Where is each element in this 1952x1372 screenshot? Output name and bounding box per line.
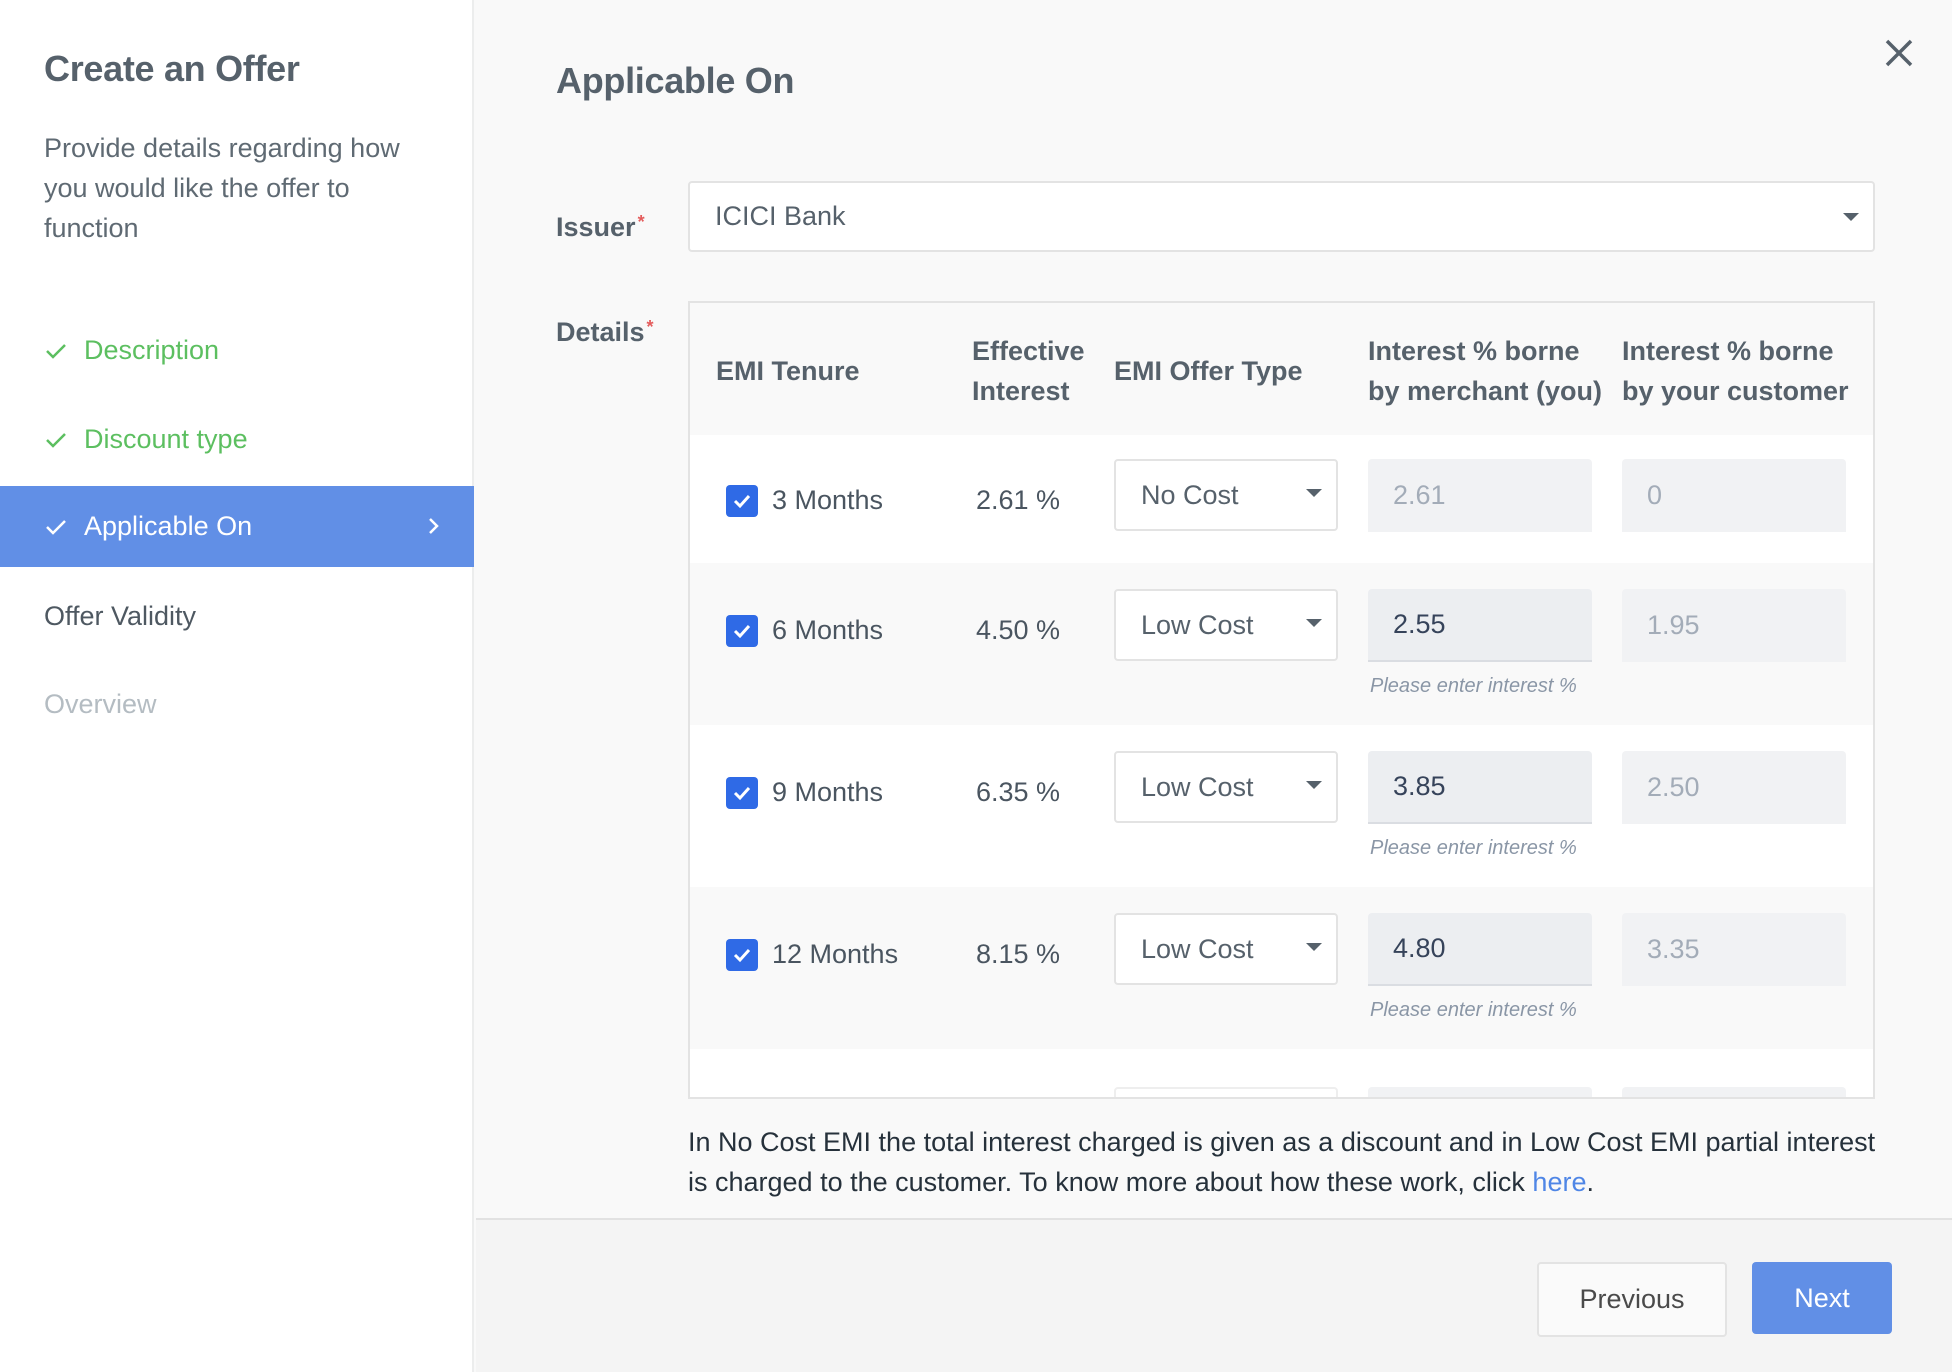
offer-type-select[interactable]: Low Cost — [1114, 589, 1338, 661]
issuer-label-text: Issuer — [556, 212, 636, 242]
close-icon[interactable] — [1882, 36, 1916, 70]
tenure-checkbox[interactable] — [726, 939, 758, 971]
step-label: Discount type — [84, 424, 248, 454]
page-title: Applicable On — [556, 60, 795, 101]
offer-type-select[interactable]: Low Cost — [1114, 751, 1338, 823]
check-icon — [44, 339, 68, 363]
customer-interest-input: 2.50 — [1622, 751, 1846, 824]
merchant-interest-input[interactable]: 4.80 — [1368, 913, 1592, 986]
previous-button[interactable]: Previous — [1537, 1262, 1727, 1337]
merchant-interest-input: 2.61 — [1368, 459, 1592, 532]
table-row — [690, 1049, 1873, 1097]
issuer-select[interactable]: ICICI Bank — [688, 181, 1875, 252]
step-label: Overview — [44, 689, 157, 719]
customer-interest-input: 0 — [1622, 459, 1846, 532]
effective-interest: 4.50 % — [976, 615, 1061, 645]
tenure-checkbox[interactable] — [726, 615, 758, 647]
effective-interest: 6.35 % — [976, 777, 1061, 807]
info-text-suffix: . — [1586, 1167, 1594, 1197]
effective-interest: 8.15 % — [976, 939, 1061, 969]
table-row: 9 Months 6.35 % Low Cost 3.85 2.50 Pleas… — [690, 725, 1873, 887]
col-merchant-interest: Interest % borne by merchant (you) — [1368, 336, 1603, 406]
offer-type-select[interactable]: No Cost — [1114, 459, 1338, 531]
customer-interest-input — [1622, 1087, 1846, 1097]
step-label: Applicable On — [84, 511, 253, 541]
info-text-body: In No Cost EMI the total interest charge… — [688, 1127, 1876, 1197]
offer-type-value: Low Cost — [1141, 771, 1254, 802]
issuer-label: Issuer * — [556, 212, 645, 243]
merchant-interest-input[interactable]: 3.85 — [1368, 751, 1592, 824]
check-icon — [44, 515, 68, 539]
merchant-interest-hint: Please enter interest % — [1370, 675, 1577, 697]
caret-down-icon — [1306, 943, 1322, 951]
col-effective-interest: Effective Interest — [972, 336, 1085, 406]
effective-interest: 2.61 % — [976, 485, 1061, 515]
customer-interest-input: 3.35 — [1622, 913, 1846, 986]
check-icon — [44, 428, 68, 452]
step-overview: Overview — [0, 664, 474, 745]
step-label: Description — [84, 335, 220, 365]
tenure-label: 9 Months — [772, 777, 884, 807]
col-emi-tenure: EMI Tenure — [716, 356, 860, 386]
tenure-label: 6 Months — [772, 615, 884, 645]
required-mark: * — [637, 212, 645, 232]
learn-more-link[interactable]: here — [1532, 1167, 1586, 1197]
next-button[interactable]: Next — [1752, 1262, 1892, 1334]
caret-down-icon — [1306, 781, 1322, 789]
merchant-interest-hint: Please enter interest % — [1370, 837, 1577, 859]
offer-type-value: No Cost — [1141, 479, 1239, 510]
sidebar-description: Provide details regarding how you would … — [44, 133, 400, 243]
table-header: EMI Tenure Effective Interest EMI Offer … — [690, 303, 1873, 435]
emi-info-text: In No Cost EMI the total interest charge… — [688, 1122, 1888, 1202]
step-applicable-on[interactable]: Applicable On — [0, 486, 474, 567]
chevron-right-icon — [424, 514, 444, 538]
table-row: 12 Months 8.15 % Low Cost 4.80 3.35 Plea… — [690, 887, 1873, 1049]
tenure-checkbox[interactable] — [726, 777, 758, 809]
offer-type-value: Low Cost — [1141, 609, 1254, 640]
offer-type-select[interactable]: Low Cost — [1114, 913, 1338, 985]
step-offer-validity[interactable]: Offer Validity — [0, 576, 474, 657]
details-label: Details * — [556, 317, 654, 348]
step-discount-type[interactable]: Discount type — [0, 399, 474, 480]
tenure-label: 12 Months — [772, 939, 899, 969]
sidebar: Create an Offer Provide details regardin… — [0, 0, 474, 1372]
emi-details-table[interactable]: EMI Tenure Effective Interest EMI Offer … — [688, 301, 1875, 1099]
col-emi-offer-type: EMI Offer Type — [1114, 356, 1303, 386]
step-label: Offer Validity — [44, 601, 197, 631]
offer-type-value: Low Cost — [1141, 933, 1254, 964]
footer: Previous Next — [476, 1218, 1952, 1372]
caret-down-icon — [1306, 489, 1322, 497]
col-customer-interest: Interest % borne by your customer — [1622, 336, 1849, 406]
merchant-interest-input[interactable]: 2.55 — [1368, 589, 1592, 662]
merchant-interest-hint: Please enter interest % — [1370, 999, 1577, 1021]
step-description[interactable]: Description — [0, 310, 474, 391]
offer-type-select[interactable] — [1114, 1087, 1338, 1097]
merchant-interest-input — [1368, 1087, 1592, 1097]
required-mark: * — [646, 317, 654, 337]
tenure-checkbox[interactable] — [726, 485, 758, 517]
sidebar-title: Create an Offer — [44, 48, 300, 89]
table-row: 6 Months 4.50 % Low Cost 2.55 1.95 Pleas… — [690, 563, 1873, 725]
tenure-label: 3 Months — [772, 485, 884, 515]
caret-down-icon — [1306, 619, 1322, 627]
details-label-text: Details — [556, 317, 645, 347]
issuer-value: ICICI Bank — [715, 201, 846, 231]
customer-interest-input: 1.95 — [1622, 589, 1846, 662]
caret-down-icon — [1843, 213, 1859, 221]
